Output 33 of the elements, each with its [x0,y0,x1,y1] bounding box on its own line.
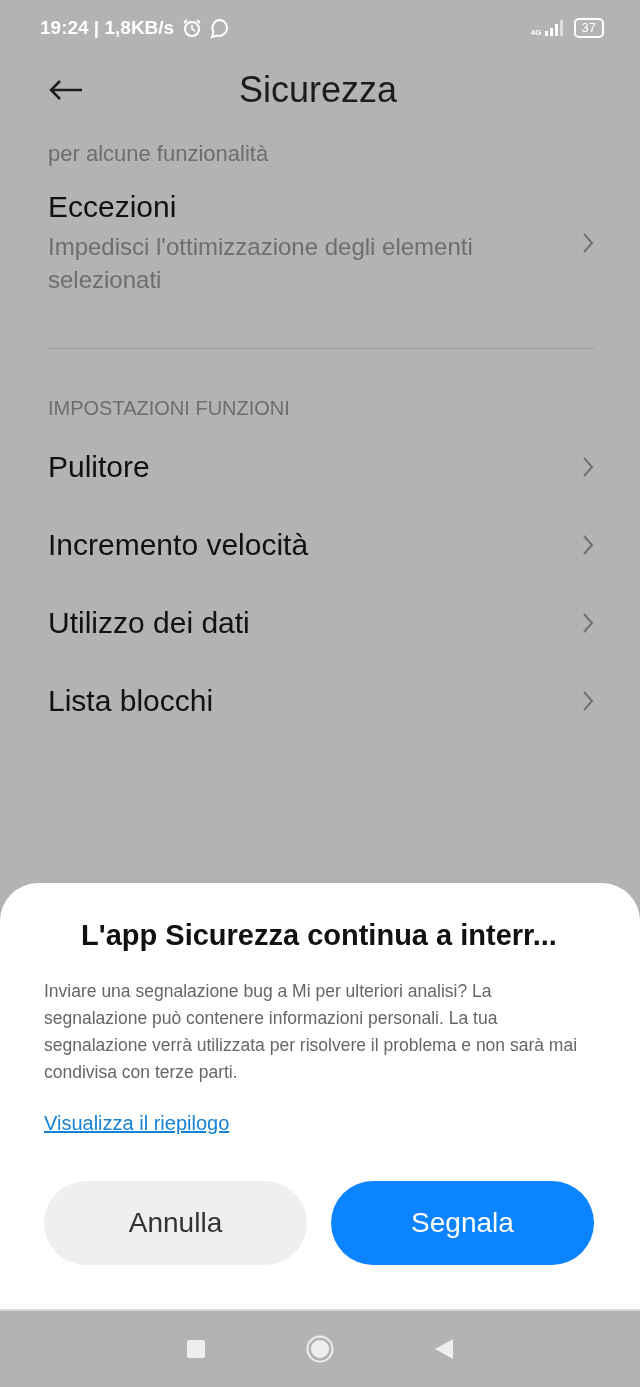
chevron-right-icon [582,690,594,712]
signal-icon [543,19,566,37]
settings-item[interactable]: Incremento velocità [48,506,594,584]
home-icon[interactable] [306,1335,334,1363]
dialog-title: L'app Sicurezza continua a interr... [80,919,558,952]
settings-item[interactable]: Utilizzo dei dati [48,584,594,662]
chevron-right-icon [582,232,594,254]
item-subtitle: Impedisci l'ottimizzazione degli elementi selezionati [48,232,474,295]
item-title: Utilizzo dei dati [48,606,251,640]
recents-icon[interactable] [186,1339,206,1359]
settings-item[interactable]: Lista blocchi [48,662,594,740]
settings-item[interactable]: Pulitore [48,428,594,506]
chevron-right-icon [582,456,594,478]
settings-item[interactable]: Eccezioni Impedisci l'ottimizzazione degli elementi selezionati [48,168,594,318]
status-time: 19:24 | 1,8KB/s [40,17,175,39]
item-title: Eccezioni [48,190,178,224]
report-button[interactable]: Segnala [331,1181,594,1265]
alarm-icon [182,18,203,38]
dialog-message: Inviare una segnalazione bug a Mi per ulteriori analisi? La segnalazione può contenere informazioni personali. La tua segnalazione verrà utilizzata per risolvere il problema e non sarà mai condivisa con terze parti. [44,980,579,1084]
item-title: Incremento velocità [48,528,310,562]
page-title: Sicurezza [237,69,399,111]
back-arrow-icon[interactable] [48,79,84,101]
battery-level: 37 [573,18,604,38]
item-title: Pulitore [48,450,151,484]
chevron-right-icon [582,612,594,634]
summary-link[interactable]: Visualizza il riepilogo [44,1112,230,1135]
chevron-right-icon [582,534,594,556]
network-type: 4G [530,28,542,37]
cancel-button[interactable]: Annulla [44,1181,307,1265]
item-title: Lista blocchi [48,684,215,718]
setting-description: per alcune funzionalità [48,140,270,168]
section-header: IMPOSTAZIONI FUNZIONI [48,396,291,421]
back-icon[interactable] [434,1338,454,1360]
